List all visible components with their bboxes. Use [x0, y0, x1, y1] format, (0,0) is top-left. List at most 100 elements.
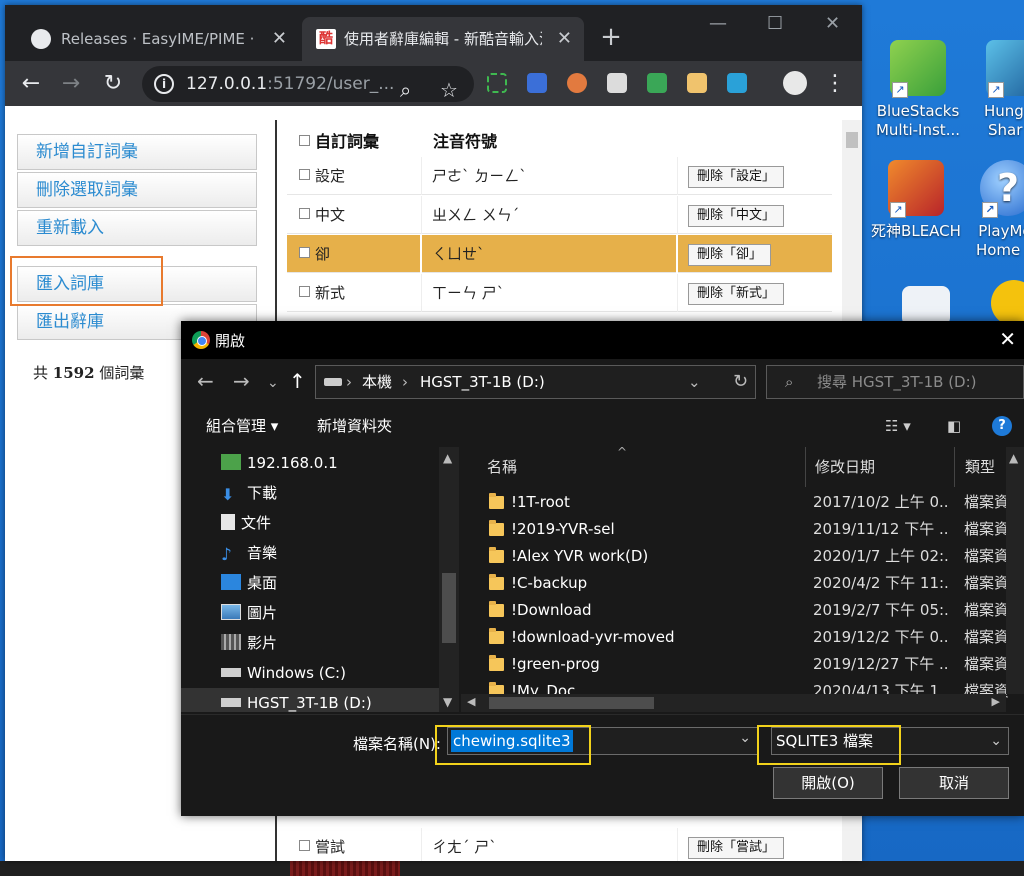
- refresh-icon[interactable]: ↻: [725, 365, 756, 399]
- desktop-icon-hungry-shark[interactable]: ↗ Hung Shar: [968, 40, 1024, 140]
- delete-word-button[interactable]: 刪除「中文」: [688, 205, 785, 227]
- tab-github-releases[interactable]: Releases · EasyIME/PIME · Git ✕: [17, 17, 299, 61]
- bookmark-star-icon[interactable]: ☆: [440, 72, 458, 108]
- delete-word-button[interactable]: 刪除「新式」: [688, 283, 785, 305]
- delete-selected-button[interactable]: 刪除選取詞彙: [17, 172, 257, 208]
- nav-item-drive-d[interactable]: HGST_3T-1B (D:): [181, 688, 439, 712]
- share-extension-icon[interactable]: [727, 73, 747, 93]
- scrollbar-thumb[interactable]: [489, 697, 654, 709]
- column-date-modified[interactable]: 修改日期: [815, 447, 875, 487]
- chevron-down-icon[interactable]: ⌄: [990, 728, 1002, 754]
- cancel-button[interactable]: 取消: [899, 767, 1009, 799]
- table-row[interactable]: 設定 ㄕㄜˋ ㄉㄧㄥˋ 刪除「設定」: [287, 157, 832, 195]
- site-info-icon[interactable]: i: [154, 74, 174, 94]
- scrollbar-thumb[interactable]: [442, 573, 456, 643]
- new-tab-icon[interactable]: +: [597, 23, 625, 51]
- face-extension-icon[interactable]: [687, 73, 707, 93]
- dialog-close-icon[interactable]: ✕: [999, 327, 1016, 351]
- taskbar-app-thumbnail[interactable]: [290, 861, 400, 876]
- nav-item-pictures[interactable]: 圖片: [221, 598, 277, 628]
- search-extension-icon[interactable]: [527, 73, 547, 93]
- row-checkbox[interactable]: [299, 208, 310, 219]
- file-row[interactable]: !Alex YVR work(D) 2020/1/7 上午 02:... 檔案資: [461, 543, 1024, 570]
- scroll-down-icon[interactable]: ▼: [443, 695, 452, 709]
- screenshot-extension-icon[interactable]: [487, 73, 507, 93]
- column-separator[interactable]: [954, 447, 955, 487]
- path-segment[interactable]: HGST_3T-1B (D:): [420, 366, 545, 398]
- file-row[interactable]: !1T-root 2017/10/2 上午 0... 檔案資: [461, 489, 1024, 516]
- file-list-scrollbar[interactable]: ▲: [1006, 447, 1024, 694]
- note-extension-icon[interactable]: [607, 73, 627, 93]
- desktop-icon-playmemories[interactable]: ?↗ PlayMer Home 主: [962, 160, 1024, 260]
- path-bar[interactable]: › 本機 › HGST_3T-1B (D:) ⌄: [315, 365, 756, 399]
- scrollbar-thumb[interactable]: [846, 132, 858, 148]
- column-name[interactable]: 名稱: [487, 447, 517, 487]
- search-input[interactable]: ⌕ 搜尋 HGST_3T-1B (D:): [766, 365, 1024, 399]
- nav-item-desktop[interactable]: 桌面: [221, 568, 277, 598]
- minimize-icon[interactable]: —: [709, 13, 727, 34]
- select-all-checkbox[interactable]: [299, 135, 310, 146]
- help-icon[interactable]: ?: [992, 416, 1012, 436]
- preview-pane-icon[interactable]: ◧: [947, 407, 961, 445]
- column-type[interactable]: 類型: [965, 447, 995, 487]
- nav-scrollbar[interactable]: ▲ ▼: [439, 447, 459, 712]
- weather-extension-icon[interactable]: [783, 71, 807, 95]
- address-bar[interactable]: i 127.0.0.1:51792/user_... ⌕ ☆: [142, 66, 474, 102]
- nav-item-downloads[interactable]: ⬇ 下載: [221, 478, 277, 508]
- row-checkbox[interactable]: [299, 247, 310, 258]
- tab-close-icon[interactable]: ✕: [557, 17, 572, 61]
- nav-item-music[interactable]: ♪ 音樂: [221, 538, 277, 568]
- open-button[interactable]: 開啟(O): [773, 767, 883, 799]
- scroll-right-icon[interactable]: ▶: [992, 695, 1000, 708]
- desktop-icon-bleach[interactable]: ↗ 死神BLEACH: [864, 160, 968, 241]
- recent-chevron-icon[interactable]: ⌄: [267, 375, 279, 391]
- file-row[interactable]: !green-prog 2019/12/27 下午 ... 檔案資: [461, 651, 1024, 678]
- up-arrow-icon[interactable]: ↑: [289, 369, 306, 393]
- add-word-button[interactable]: 新增自訂詞彙: [17, 134, 257, 170]
- tab-user-dictionary[interactable]: 酷 使用者辭庫編輯 - 新酷音輸入法 ✕: [302, 17, 584, 61]
- maximize-icon[interactable]: ☐: [767, 13, 783, 34]
- nav-item-network[interactable]: 192.168.0.1: [221, 448, 338, 478]
- file-row[interactable]: !C-backup 2020/4/2 下午 11:... 檔案資: [461, 570, 1024, 597]
- delete-word-button[interactable]: 刪除「嘗試」: [688, 837, 785, 859]
- nav-item-drive-c[interactable]: Windows (C:): [221, 658, 346, 688]
- file-row[interactable]: !Download 2019/2/7 下午 05:... 檔案資: [461, 597, 1024, 624]
- back-icon[interactable]: ←: [17, 70, 45, 98]
- row-checkbox[interactable]: [299, 169, 310, 180]
- horizontal-scrollbar[interactable]: ◀ ▶: [461, 694, 1006, 712]
- scroll-up-icon[interactable]: ▲: [443, 451, 452, 465]
- scroll-left-icon[interactable]: ◀: [467, 695, 475, 708]
- forward-icon[interactable]: →: [57, 70, 85, 98]
- delete-word-button[interactable]: 刪除「卻」: [688, 244, 772, 266]
- view-options-icon[interactable]: ☷ ▾: [885, 407, 911, 445]
- file-row[interactable]: !download-yvr-moved 2019/12/2 下午 0... 檔案資: [461, 624, 1024, 651]
- chevron-down-icon[interactable]: ⌄: [739, 730, 751, 746]
- owl-extension-icon[interactable]: [567, 73, 587, 93]
- delete-word-button[interactable]: 刪除「設定」: [688, 166, 785, 188]
- tab-close-icon[interactable]: ✕: [272, 17, 287, 61]
- forward-arrow-icon[interactable]: →: [233, 369, 250, 393]
- zoom-icon[interactable]: ⌕: [400, 72, 411, 108]
- row-checkbox[interactable]: [299, 286, 310, 297]
- nav-item-documents[interactable]: 文件: [221, 508, 271, 538]
- reload-button[interactable]: 重新載入: [17, 210, 257, 246]
- table-row-selected[interactable]: 卻 ㄑㄩㄝˋ 刪除「卻」: [287, 235, 832, 273]
- mail-check-extension-icon[interactable]: [647, 73, 667, 93]
- row-checkbox[interactable]: [299, 840, 310, 851]
- file-row[interactable]: !2019-YVR-sel 2019/11/12 下午 ... 檔案資: [461, 516, 1024, 543]
- table-row[interactable]: 新式 ㄒㄧㄣ ㄕˋ 刪除「新式」: [287, 274, 832, 312]
- scroll-up-icon[interactable]: ▲: [1009, 451, 1018, 465]
- desktop-icon-bluestacks[interactable]: ↗ BlueStacks Multi-Inst...: [872, 40, 964, 140]
- table-row[interactable]: 中文 ㄓㄨㄥ ㄨㄣˊ 刪除「中文」: [287, 196, 832, 234]
- reload-icon[interactable]: ↻: [99, 70, 127, 98]
- organize-menu[interactable]: 組合管理 ▾: [206, 407, 278, 445]
- column-separator[interactable]: [805, 447, 806, 487]
- back-arrow-icon[interactable]: ←: [197, 369, 214, 393]
- new-folder-button[interactable]: 新增資料夾: [317, 407, 392, 445]
- path-segment[interactable]: 本機: [362, 366, 392, 398]
- path-dropdown-icon[interactable]: ⌄: [688, 366, 701, 398]
- menu-kebab-icon[interactable]: ⋮: [821, 70, 849, 98]
- window-close-icon[interactable]: ✕: [825, 13, 840, 34]
- table-row[interactable]: 嘗試 ㄔㄤˊ ㄕˋ 刪除「嘗試」: [287, 828, 832, 861]
- nav-item-videos[interactable]: 影片: [221, 628, 277, 658]
